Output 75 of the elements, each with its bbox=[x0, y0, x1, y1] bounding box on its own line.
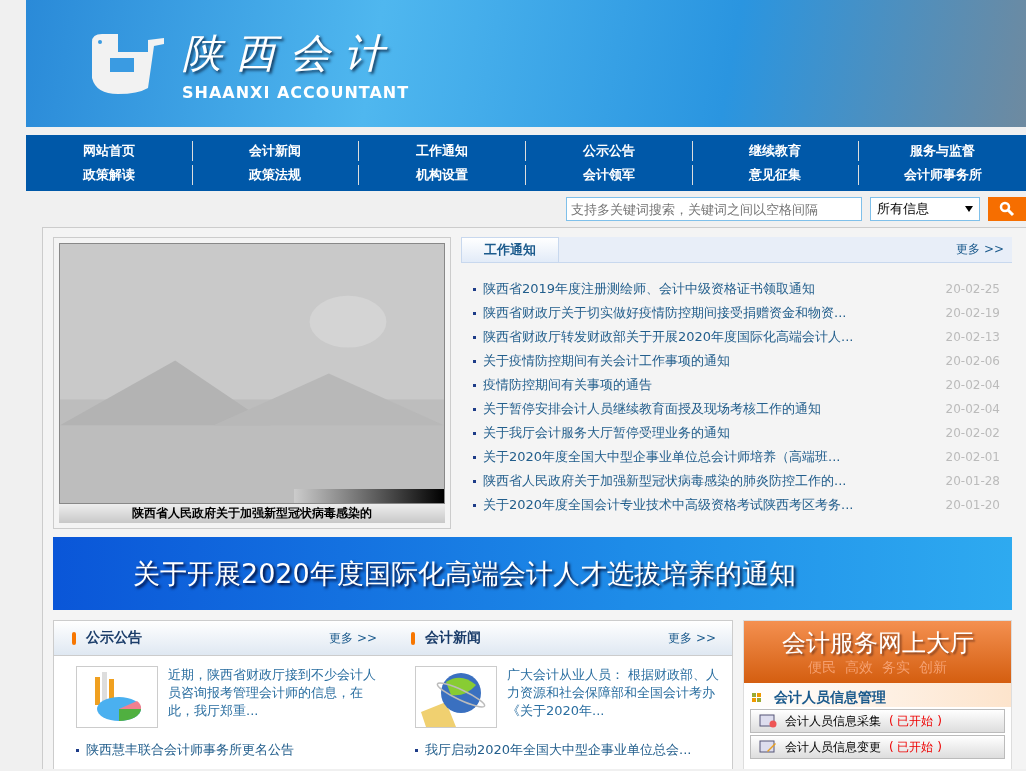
grid-icon bbox=[752, 693, 762, 703]
news-summary[interactable]: 广大会计从业人员： 根据财政部、人力资源和社会保障部和全国会计考办《关于2020年... bbox=[507, 666, 724, 728]
notice-date: 20-02-19 bbox=[945, 306, 1000, 320]
notice-date: 20-02-02 bbox=[945, 426, 1000, 440]
notice-date: 20-02-04 bbox=[945, 402, 1000, 416]
nav-link[interactable]: 政策法规 bbox=[192, 165, 360, 185]
bullet-icon bbox=[415, 748, 418, 752]
news-summary[interactable]: 近期，陕西省财政厅接到不少会计人员咨询报考管理会计师的信息，在此，我厅郑重... bbox=[168, 666, 385, 728]
bullet-icon bbox=[473, 287, 476, 291]
edit-icon bbox=[759, 740, 777, 754]
globe-icon bbox=[415, 666, 497, 728]
marker-icon bbox=[72, 631, 76, 645]
notice-link[interactable]: 关于2020年度全国会计专业技术中高级资格考试陕西考区考务... bbox=[483, 496, 938, 514]
nav-link[interactable]: 机构设置 bbox=[359, 165, 526, 185]
logo-title: 陕西会计 bbox=[182, 28, 399, 78]
section-title: 公示公告 bbox=[86, 629, 142, 647]
service-hall-slogan: 便民 高效 务实 创新 bbox=[808, 659, 947, 677]
nav-link[interactable]: 意见征集 bbox=[692, 165, 860, 185]
nav-link[interactable]: 网站首页 bbox=[26, 141, 193, 161]
bullet-icon bbox=[473, 311, 476, 315]
bullet-icon bbox=[473, 407, 476, 411]
slide-caption: 陕西省人民政府关于加强新型冠状病毒感染的 bbox=[59, 504, 445, 523]
more-link[interactable]: 更多 >> bbox=[956, 241, 1004, 258]
logo-subtitle: SHAANXI ACCOUNTANT bbox=[182, 82, 410, 102]
bullet-icon bbox=[473, 431, 476, 435]
marker-icon bbox=[411, 631, 415, 645]
caret-icon bbox=[965, 205, 973, 213]
nav-link[interactable]: 公示公告 bbox=[526, 141, 693, 161]
notice-date: 20-02-04 bbox=[945, 378, 1000, 392]
notice-link[interactable]: 陕西省2019年度注册测绘师、会计中级资格证书领取通知 bbox=[483, 280, 938, 298]
form-icon bbox=[759, 714, 777, 728]
nav-link[interactable]: 政策解读 bbox=[26, 165, 193, 185]
more-link[interactable]: 更多 >> bbox=[329, 629, 377, 647]
service-hall-title: 会计服务网上大厅 bbox=[781, 628, 974, 659]
notice-link[interactable]: 陕西省人民政府关于加强新型冠状病毒感染的肺炎防控工作的... bbox=[483, 472, 938, 490]
notice-link[interactable]: 关于2020年度全国大中型企事业单位总会计师培养（高端班... bbox=[483, 448, 938, 466]
notice-date: 20-02-01 bbox=[945, 450, 1000, 464]
news-link[interactable]: 陕西慧丰联合会计师事务所更名公告 bbox=[86, 741, 385, 759]
nav-link[interactable]: 会计新闻 bbox=[192, 141, 360, 161]
bullet-icon bbox=[473, 335, 476, 339]
notice-date: 20-01-28 bbox=[945, 474, 1000, 488]
notice-link[interactable]: 关于暂停安排会计人员继续教育面授及现场考核工作的通知 bbox=[483, 400, 938, 418]
search-icon bbox=[999, 201, 1015, 217]
bullet-icon bbox=[473, 479, 476, 483]
bullet-icon bbox=[473, 383, 476, 387]
notice-link[interactable]: 关于疫情防控期间有关会计工作事项的通知 bbox=[483, 352, 938, 370]
notice-link[interactable]: 陕西省财政厅关于切实做好疫情防控期间接受捐赠资金和物资... bbox=[483, 304, 938, 322]
notice-link[interactable]: 陕西省财政厅转发财政部关于开展2020年度国际化高端会计人... bbox=[483, 328, 938, 346]
notice-date: 20-01-20 bbox=[945, 498, 1000, 512]
scope-dropdown[interactable]: 所有信息 bbox=[870, 197, 980, 221]
news-link[interactable]: 我厅启动2020年全国大中型企事业单位总会... bbox=[425, 741, 724, 759]
nav-link[interactable]: 继续教育 bbox=[692, 141, 860, 161]
search-button[interactable] bbox=[988, 197, 1026, 221]
promo-banner[interactable]: 关于开展2020年度国际化高端会计人才选拔培养的通知 bbox=[53, 537, 1012, 610]
nav-link[interactable]: 工作通知 bbox=[359, 141, 526, 161]
notice-link[interactable]: 关于我厅会计服务大厅暂停受理业务的通知 bbox=[483, 424, 938, 442]
notice-date: 20-02-25 bbox=[945, 282, 1000, 296]
nav-link[interactable]: 会计领军 bbox=[526, 165, 693, 185]
service-link[interactable]: 会计人员信息采集 ( 已开始 ) bbox=[750, 709, 1005, 733]
section-title: 会计新闻 bbox=[425, 629, 481, 647]
nav-link[interactable]: 会计师事务所 bbox=[859, 165, 1026, 185]
group-title: 会计人员信息管理 bbox=[774, 689, 886, 707]
service-link[interactable]: 会计人员信息变更 ( 已开始 ) bbox=[750, 735, 1005, 759]
bullet-icon bbox=[473, 359, 476, 363]
section-tab[interactable]: 工作通知 bbox=[461, 236, 559, 263]
notice-date: 20-02-06 bbox=[945, 354, 1000, 368]
more-link[interactable]: 更多 >> bbox=[668, 629, 716, 647]
notice-date: 20-02-13 bbox=[945, 330, 1000, 344]
chart-icon bbox=[76, 666, 158, 728]
bullet-icon bbox=[76, 748, 79, 752]
nav-link[interactable]: 服务与监督 bbox=[859, 141, 1026, 161]
notice-link[interactable]: 疫情防控期间有关事项的通告 bbox=[483, 376, 938, 394]
bullet-icon bbox=[473, 503, 476, 507]
search-field[interactable]: 支持多关键词搜索，关键词之间以空格间隔 bbox=[566, 197, 862, 221]
bullet-icon bbox=[473, 455, 476, 459]
